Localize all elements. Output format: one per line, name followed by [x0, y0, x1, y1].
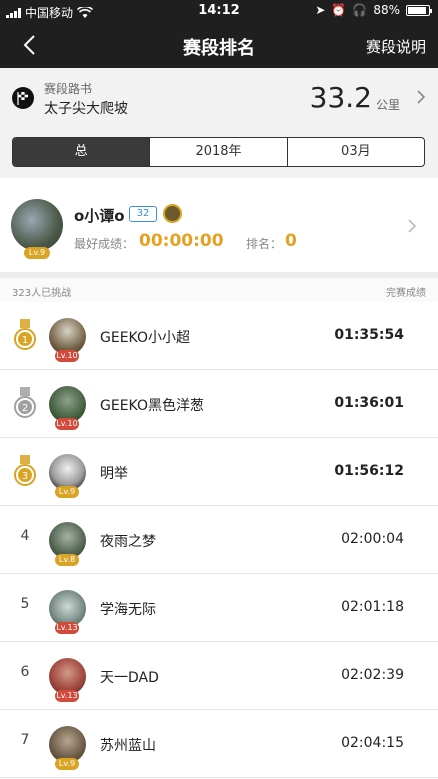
- level-badge: Lv.13: [55, 622, 79, 634]
- list-header: 323人已挑战 完赛成绩: [0, 278, 438, 302]
- rider-name: 学海无际: [100, 602, 156, 618]
- location-icon: ➤: [315, 3, 326, 17]
- table-row[interactable]: 7 Lv.9 苏州蓝山 02:04:15: [0, 710, 438, 778]
- result-column-label: 完赛成绩: [386, 288, 426, 299]
- finish-time: 01:35:54: [334, 327, 404, 343]
- finish-time: 02:04:15: [341, 735, 404, 751]
- gold-medal-icon: 1: [14, 319, 36, 350]
- rider-name: 夜雨之梦: [100, 534, 156, 550]
- level-badge: Lv.9: [55, 486, 79, 498]
- rank-number: 6: [20, 664, 30, 680]
- segment-distance-unit: 公里: [375, 98, 400, 112]
- best-result-label: 最好成绩：: [74, 237, 135, 251]
- silver-medal-icon: 2: [14, 387, 36, 418]
- segment-name: 太子尖大爬坡: [44, 101, 128, 117]
- rider-name: 苏州蓝山: [100, 738, 156, 754]
- level-badge: Lv.10: [55, 418, 79, 430]
- level-badge: Lv.8: [55, 554, 79, 566]
- table-row[interactable]: 6 Lv.13 天一DAD 02:02:39: [0, 642, 438, 710]
- level-badge: Lv.10: [55, 350, 79, 362]
- alarm-icon: ⏰: [331, 3, 347, 17]
- tab-total[interactable]: 总: [13, 138, 150, 166]
- bronze-medal-icon: 3: [14, 455, 36, 486]
- finish-time: 02:00:04: [341, 531, 404, 547]
- chevron-right-icon: [408, 219, 417, 233]
- my-rank-badge: 32: [129, 206, 157, 222]
- best-result-value: 00:00:00: [139, 231, 224, 251]
- nav-bar: 赛段排名 赛段说明: [0, 22, 438, 68]
- my-rank-label: 排名：: [246, 237, 283, 251]
- rank-number: 5: [20, 596, 30, 612]
- level-badge: Lv.13: [55, 690, 79, 702]
- my-avatar: [11, 199, 63, 251]
- ranking-list: 1 Lv.10 GEEKO小小超 01:35:54 2 Lv.10 GEEKO黑…: [0, 302, 438, 778]
- battery-icon: [406, 4, 432, 16]
- segment-distance: 33.2: [309, 81, 372, 114]
- level-badge: Lv.9: [55, 758, 79, 770]
- status-right: ➤ ⏰ 🎧 88%: [315, 3, 432, 17]
- table-row[interactable]: 3 Lv.9 明举 01:56:12: [0, 438, 438, 506]
- rank-number: 7: [20, 732, 30, 748]
- period-tabs: 总 2018年 03月: [12, 137, 425, 167]
- tab-month[interactable]: 03月: [286, 138, 424, 166]
- rank-number: 1: [22, 335, 28, 346]
- medal-icon: [163, 204, 182, 223]
- segment-info-button[interactable]: 赛段说明: [366, 36, 426, 57]
- segment-summary[interactable]: 赛段路书 太子尖大爬坡 33.2 公里: [0, 68, 438, 126]
- segment-kind: 赛段路书: [44, 82, 93, 96]
- chevron-right-icon: [417, 90, 426, 104]
- rank-number: 4: [20, 528, 30, 544]
- table-row[interactable]: 2 Lv.10 GEEKO黑色洋葱 01:36:01: [0, 370, 438, 438]
- rank-number: 3: [22, 471, 28, 482]
- status-bar: 中国移动 14:12 ➤ ⏰ 🎧 88%: [0, 0, 438, 22]
- finish-time: 01:56:12: [334, 463, 404, 479]
- finish-time: 02:02:39: [341, 667, 404, 683]
- rank-number: 2: [22, 403, 28, 414]
- rider-name: 明举: [100, 466, 128, 482]
- table-row[interactable]: 4 Lv.8 夜雨之梦 02:00:04: [0, 506, 438, 574]
- finish-time: 02:01:18: [341, 599, 404, 615]
- rider-name: 天一DAD: [100, 670, 159, 686]
- my-result-card[interactable]: Lv.9 o小谭o 32 最好成绩： 00:00:00 排名： 0: [0, 178, 438, 272]
- rider-name: GEEKO黑色洋葱: [100, 398, 204, 414]
- checkered-flag-icon: [12, 87, 34, 109]
- my-rank-value: 0: [285, 231, 297, 251]
- rider-name: GEEKO小小超: [100, 330, 190, 346]
- table-row[interactable]: 5 Lv.13 学海无际 02:01:18: [0, 574, 438, 642]
- battery-percent: 88%: [373, 3, 400, 17]
- my-username: o小谭o: [74, 207, 125, 225]
- table-row[interactable]: 1 Lv.10 GEEKO小小超 01:35:54: [0, 302, 438, 370]
- tab-year[interactable]: 2018年: [149, 138, 286, 166]
- participants-count: 323人已挑战: [12, 288, 72, 299]
- my-level-badge: Lv.9: [24, 247, 50, 259]
- headphones-icon: 🎧: [352, 3, 368, 17]
- finish-time: 01:36:01: [334, 395, 404, 411]
- battery-fill: [408, 6, 426, 14]
- period-tabs-area: 总 2018年 03月: [0, 126, 438, 178]
